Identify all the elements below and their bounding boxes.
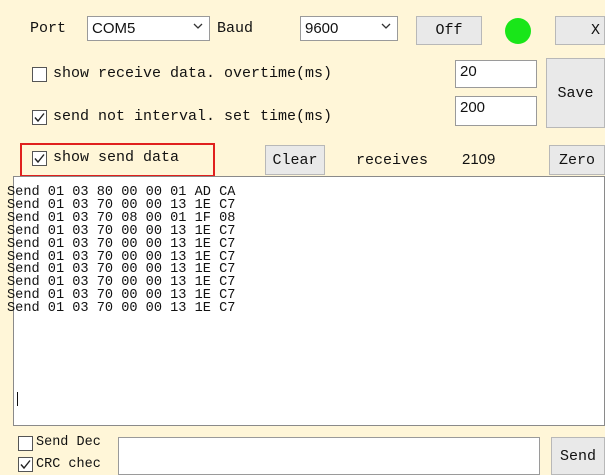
chevron-down-icon: [381, 23, 391, 29]
send-button[interactable]: Send: [551, 437, 605, 475]
log-line: Send 01 03 70 00 00 13 1E C7: [7, 197, 236, 213]
save-button-label: Save: [557, 84, 594, 102]
receives-count: 2109: [462, 151, 496, 168]
port-select-value: COM5: [92, 20, 136, 37]
connection-status-indicator: [505, 18, 531, 44]
off-button-label: Off: [435, 22, 463, 39]
crc-check-checkbox[interactable]: [18, 457, 33, 472]
baud-select[interactable]: 9600: [300, 16, 398, 41]
log-line: Send 01 03 70 00 00 13 1E C7: [7, 301, 236, 317]
log-line: Send 01 03 70 00 00 13 1E C7: [7, 223, 236, 239]
show-send-checkbox[interactable]: [32, 151, 47, 166]
zero-button[interactable]: Zero: [549, 145, 605, 175]
send-data-input[interactable]: [118, 437, 540, 475]
zero-button-label: Zero: [558, 151, 595, 169]
send-interval-checkbox[interactable]: [32, 110, 47, 125]
chevron-down-icon: [193, 23, 203, 29]
send-dec-checkbox[interactable]: [18, 436, 33, 451]
port-select[interactable]: COM5: [87, 16, 210, 41]
send-interval-label: send not interval. set time(ms): [53, 108, 333, 125]
baud-select-value: 9600: [305, 20, 339, 37]
close-button-label: X: [590, 22, 600, 39]
crc-check-label: CRC chec: [36, 457, 101, 472]
off-button[interactable]: Off: [416, 16, 482, 45]
receives-label: receives: [356, 152, 429, 169]
checkmark-icon: [34, 113, 45, 123]
show-send-label: show send data: [53, 149, 180, 166]
send-dec-label: Send Dec: [36, 435, 101, 450]
close-button[interactable]: X: [555, 16, 605, 45]
save-button[interactable]: Save: [546, 58, 605, 128]
receive-overtime-label: show receive data. overtime(ms): [53, 65, 333, 82]
receive-overtime-input[interactable]: 20: [455, 60, 537, 88]
serial-tool-panel: Port COM5 Baud 9600 Off X show receive d…: [0, 0, 605, 475]
log-line: Send 01 03 70 08 00 01 1F 08: [7, 210, 236, 226]
send-button-label: Send: [559, 447, 596, 465]
clear-button[interactable]: Clear: [265, 145, 325, 175]
receive-overtime-checkbox[interactable]: [32, 67, 47, 82]
port-label: Port: [30, 20, 67, 37]
checkmark-icon: [34, 154, 45, 164]
baud-label: Baud: [217, 20, 254, 37]
clear-button-label: Clear: [272, 151, 318, 169]
checkmark-icon: [20, 460, 31, 470]
log-line: Send 01 03 70 00 00 13 1E C7: [7, 236, 236, 252]
text-caret: [17, 392, 18, 406]
send-interval-input[interactable]: 200: [455, 96, 537, 126]
